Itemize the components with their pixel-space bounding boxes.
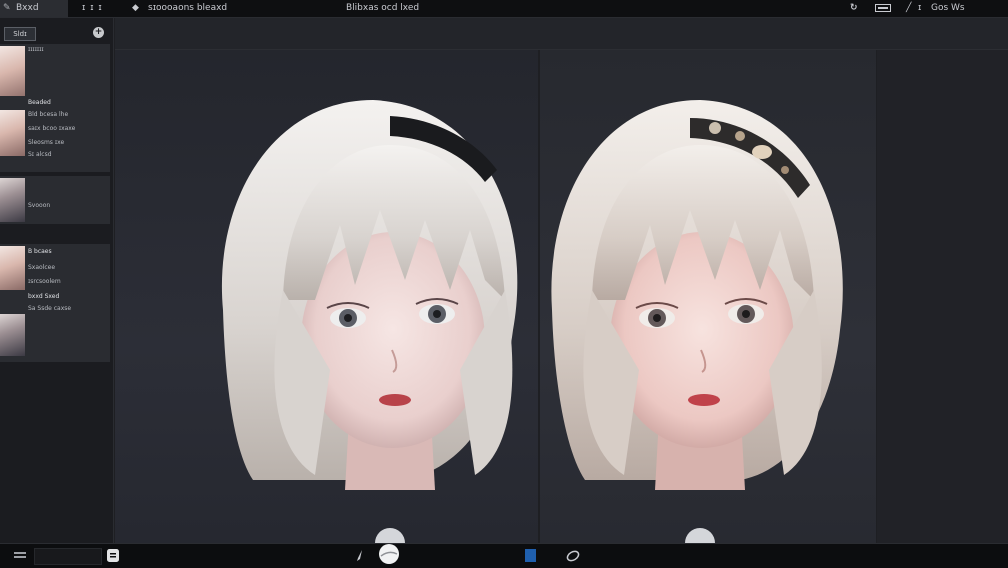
layer-thumbnail [0,246,25,290]
diamond-icon[interactable]: ◆ [132,0,139,17]
color-swatch-icon[interactable] [525,549,536,562]
layer-thumbnail [0,46,25,100]
portrait-image-right [551,100,843,490]
layer-title: B bcaes [28,248,52,255]
layer-text: Svooon [28,202,51,209]
bottom-toolbar [0,543,1008,568]
layer-card[interactable]: ɪɪɪɪɪɪɪ [0,44,110,104]
viewport-toolbar [115,18,1008,50]
app-label: Bxxd [16,3,39,13]
app-logo-area[interactable]: ✎ Bxxd [0,0,68,17]
layer-text: Sxaolcee [28,264,56,271]
layer-text: Bld bcesa lhe [28,111,69,118]
user-label: Gos Ws [931,3,965,13]
sidebar-header: Sldɪ + [0,22,113,44]
layer-card[interactable]: Svooon [0,176,110,224]
canvas-original[interactable] [115,50,538,543]
layer-card[interactable]: B bcaes Sxaolcee ɪsrcsoolem bxxd Sxed Sa… [0,244,110,362]
layer-thumbnail [0,314,25,356]
layer-text: Sɪ alcsd [28,151,52,158]
top-menu-bar: ✎ Bxxd ɪ ɪ ɪ ◆ sɪoooaons bleaxd Blibxas … [0,0,1008,18]
layers-sidebar: Sldɪ + ɪɪɪɪɪɪɪ Beaded Bld bcesa lhe saɪx… [0,18,114,543]
layer-text: saɪx bcoo ɪxaxe [28,125,76,132]
layer-thumbnail [0,110,25,156]
window-title: Blibxas ocd lxed [346,3,420,13]
portrait-image-left [221,100,518,490]
pencil-icon[interactable]: ✎ [3,0,11,17]
command-field[interactable] [34,548,102,565]
brush-tool-icon[interactable]: ╱ [906,0,911,17]
properties-panel [877,50,1008,543]
layer-text: Sa Ssde caxse [28,305,72,312]
layer-text: ɪɪɪɪɪɪɪ [28,46,44,53]
layer-thumbnail [0,178,25,222]
layer-title: Beaded [28,99,51,106]
shape-icon[interactable] [566,549,580,562]
menu-items[interactable]: ɪ ɪ ɪ [82,0,103,17]
canvas-result[interactable] [540,50,876,543]
menu-icon[interactable] [14,552,26,560]
brush-icon[interactable] [356,550,364,562]
layer-text: bxxd Sxed [28,293,60,300]
document-title: sɪoooaons bleaxd [148,3,228,13]
refresh-icon[interactable]: ↻ [850,0,858,17]
plus-icon[interactable]: + [93,27,104,38]
window-toggle-icon[interactable] [875,0,891,17]
panel-icon[interactable] [107,549,119,562]
layer-card[interactable]: Beaded Bld bcesa lhe saɪx bcoo ɪxaxe Sle… [0,96,110,172]
layer-text: ɪsrcsoolem [28,278,61,285]
sidebar-tab[interactable]: Sldɪ [4,27,36,41]
sphere-icon[interactable] [377,542,401,566]
divider-icon: ɪ [918,3,922,13]
layer-text: Sleosms ɪxe [28,139,65,146]
